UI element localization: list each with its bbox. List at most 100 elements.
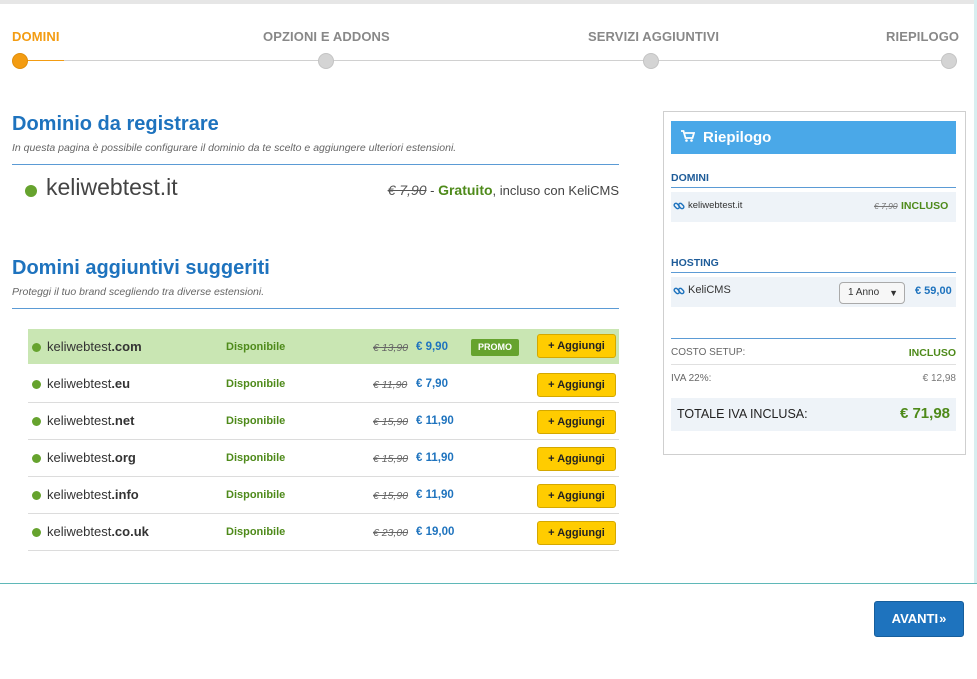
footer-divider (0, 583, 977, 584)
setup-value: INCLUSO (908, 347, 956, 359)
old-price: € 13,90 (373, 342, 409, 354)
add-domain-button[interactable]: + Aggiungi (537, 484, 616, 508)
summary-hosting-label: HOSTING (671, 257, 719, 269)
cart-icon (681, 121, 696, 154)
table-row: keliwebtest.com Disponibile € 13,90 € 9,90 P… (28, 329, 619, 364)
domain-extension: .info (111, 487, 139, 502)
suggested-subtitle: Proteggi il tuo brand scegliendo tra div… (12, 286, 265, 298)
main-domain-name: keliwebtest.it (46, 174, 178, 200)
domain-name: keliwebtest.com (47, 339, 142, 354)
table-row: keliwebtest.co.uk Disponibile € 23,00 € 19,… (28, 514, 619, 551)
domain-name: keliwebtest.info (47, 487, 139, 502)
register-title: Dominio da registrare (12, 113, 219, 135)
summary-domains-divider (671, 187, 956, 188)
next-button[interactable]: AVANTI» (874, 601, 964, 637)
summary-total-line: TOTALE IVA INCLUSA: € 71,98 (671, 398, 956, 431)
stepper-track-line (64, 60, 949, 61)
old-price: € 15,90 (373, 453, 409, 465)
new-price: € 11,90 (416, 415, 454, 427)
availability-status: Disponibile (226, 341, 286, 353)
total-label: TOTALE IVA INCLUSA: (677, 407, 808, 421)
domain-name: keliwebtest.eu (47, 376, 130, 391)
add-domain-button[interactable]: + Aggiungi (537, 373, 616, 397)
summary-domain-item: keliwebtest.it € 7,90 INCLUSO (671, 192, 956, 222)
step-riepilogo-dot[interactable] (941, 53, 957, 69)
add-domain-button[interactable]: + Aggiungi (537, 447, 616, 471)
summary-domain-name: keliwebtest.it (688, 200, 743, 211)
domain-base: keliwebtest (47, 376, 112, 391)
old-price: € 15,90 (373, 416, 409, 428)
step-opzioni-dot[interactable] (318, 53, 334, 69)
add-domain-button[interactable]: + Aggiungi (537, 410, 616, 434)
chevron-down-icon: ▼ (889, 288, 898, 298)
step-opzioni-label[interactable]: OPZIONI E ADDONS (263, 29, 390, 44)
total-value: € 71,98 (899, 405, 950, 422)
register-divider (12, 164, 619, 165)
domain-extension: .com (111, 339, 142, 354)
summary-title: Riepilogo (703, 129, 772, 146)
suggested-title: Domini aggiuntivi suggeriti (12, 257, 270, 279)
hosting-period-select[interactable]: 1 Anno ▼ (839, 282, 905, 304)
main-domain-row: keliwebtest.it € 7,90 - Gratuito, inclus… (24, 174, 619, 204)
old-price: € 15,90 (373, 490, 409, 502)
available-dot-icon (32, 454, 41, 463)
add-domain-button[interactable]: + Aggiungi (537, 521, 616, 545)
available-dot-icon (25, 185, 37, 197)
summary-vat-line: IVA 22%: € 12,98 (671, 367, 956, 391)
domain-extension: .co.uk (111, 524, 149, 539)
summary-header: Riepilogo (671, 121, 956, 154)
available-dot-icon (32, 491, 41, 500)
vat-label: IVA 22%: (671, 373, 712, 384)
availability-status: Disponibile (226, 378, 286, 390)
old-price: € 23,00 (373, 527, 409, 539)
step-domini-label[interactable]: DOMINI (12, 29, 60, 44)
summary-domain-old-price: € 7,90 (874, 201, 898, 211)
step-domini-dot[interactable] (12, 53, 28, 69)
domain-name: keliwebtest.co.uk (47, 524, 149, 539)
available-dot-icon (32, 528, 41, 537)
summary-hosting-price: € 59,00 (915, 285, 952, 297)
suggested-divider (12, 308, 619, 309)
availability-status: Disponibile (226, 415, 286, 427)
new-price: € 11,90 (416, 489, 454, 501)
main-domain-price: € 7,90 - Gratuito, incluso con KeliCMS (388, 182, 619, 198)
table-row: keliwebtest.net Disponibile € 15,90 € 11,90… (28, 403, 619, 440)
new-price: € 11,90 (416, 452, 454, 464)
setup-label: COSTO SETUP: (671, 347, 746, 358)
availability-status: Disponibile (226, 452, 286, 464)
domain-name: keliwebtest.org (47, 450, 136, 465)
available-dot-icon (32, 417, 41, 426)
availability-status: Disponibile (226, 526, 286, 538)
domain-extension: .eu (111, 376, 131, 391)
step-servizi-dot[interactable] (643, 53, 659, 69)
add-domain-button[interactable]: + Aggiungi (537, 334, 616, 358)
domain-name: keliwebtest.net (47, 413, 134, 428)
summary-domain-status: INCLUSO (901, 200, 949, 212)
domain-base: keliwebtest (47, 450, 112, 465)
main-domain-free-label: Gratuito (438, 182, 493, 198)
domain-base: keliwebtest (47, 413, 112, 428)
table-row: keliwebtest.info Disponibile € 15,90 € 11,9… (28, 477, 619, 514)
summary-hosting-divider (671, 272, 956, 273)
old-price: € 11,90 (373, 379, 408, 391)
domain-extension: .org (111, 450, 136, 465)
promo-badge: PROMO (471, 339, 519, 356)
summary-hosting-item: KeliCMS 1 Anno ▼ € 59,00 (671, 277, 956, 307)
main-domain-old-price: € 7,90 (387, 182, 427, 198)
register-subtitle: In questa pagina è possibile configurare… (12, 142, 457, 154)
link-icon (673, 285, 685, 300)
table-row: keliwebtest.eu Disponibile € 11,90 € 7,90 + … (28, 366, 619, 403)
new-price: € 7,90 (416, 378, 448, 390)
summary-setup-line: COSTO SETUP: INCLUSO (671, 341, 956, 365)
available-dot-icon (32, 380, 41, 389)
vat-value: € 12,98 (922, 373, 956, 384)
step-riepilogo-label[interactable]: RIEPILOGO (886, 29, 959, 44)
domain-base: keliwebtest (47, 524, 112, 539)
table-row: keliwebtest.org Disponibile € 15,90 € 11,90… (28, 440, 619, 477)
step-servizi-label[interactable]: SERVIZI AGGIUNTIVI (588, 29, 719, 44)
checkout-stepper: DOMINI OPZIONI E ADDONS SERVIZI AGGIUNTI… (0, 28, 977, 72)
availability-status: Disponibile (226, 489, 286, 501)
double-chevron-right-icon: » (939, 611, 947, 626)
next-button-label: AVANTI (891, 611, 939, 626)
top-bar (0, 0, 977, 4)
